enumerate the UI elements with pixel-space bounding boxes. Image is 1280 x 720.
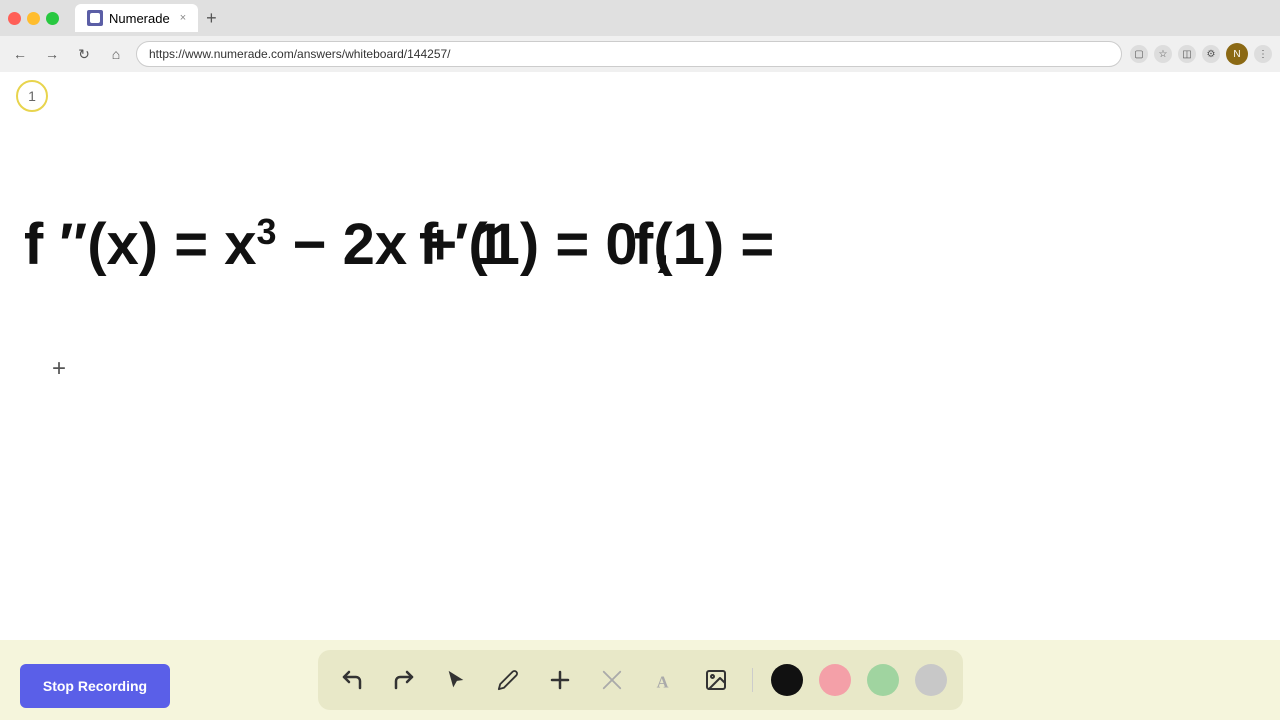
svg-text:f ′(1) = 0 ,: f ′(1) = 0 ,	[419, 212, 670, 277]
forward-button[interactable]: →	[40, 42, 64, 66]
pencil-tool-button[interactable]	[490, 662, 526, 698]
bookmark-icon[interactable]: ☆	[1154, 45, 1172, 63]
close-button[interactable]	[8, 12, 21, 25]
whiteboard-canvas[interactable]: 1 f ″(x) = x3 − 2x + 1 f ′(1) = 0 , f(1)…	[0, 72, 1280, 640]
minimize-button[interactable]	[27, 12, 40, 25]
color-gray-button[interactable]	[915, 664, 947, 696]
color-black-button[interactable]	[771, 664, 803, 696]
step-indicator: 1	[16, 80, 48, 112]
active-tab[interactable]: Numerade ×	[75, 4, 198, 32]
back-button[interactable]: ←	[8, 42, 32, 66]
color-pink-button[interactable]	[819, 664, 851, 696]
settings-icon[interactable]: ⚙	[1202, 45, 1220, 63]
tab-title: Numerade	[109, 11, 170, 26]
browser-frame: Numerade × + ← → ↻ ⌂ https://www.numerad…	[0, 0, 1280, 720]
extensions-icon[interactable]: ◫	[1178, 45, 1196, 63]
traffic-lights	[8, 12, 59, 25]
image-tool-button[interactable]	[698, 662, 734, 698]
math-svg: f ″(x) = x3 − 2x + 1 f ′(1) = 0 , f(1) =…	[24, 192, 774, 282]
eraser-tool-button[interactable]	[594, 662, 630, 698]
tab-favicon	[87, 10, 103, 26]
browser-icons: ▢ ☆ ◫ ⚙ N ⋮	[1130, 43, 1272, 65]
home-button[interactable]: ⌂	[104, 42, 128, 66]
screen-icon[interactable]: ▢	[1130, 45, 1148, 63]
redo-button[interactable]	[386, 662, 422, 698]
toolbar-separator	[752, 668, 753, 692]
text-tool-button[interactable]: A	[646, 662, 682, 698]
toolbar-container: Stop Recording	[0, 640, 1280, 720]
select-tool-button[interactable]	[438, 662, 474, 698]
crosshair-cursor: +	[52, 355, 66, 383]
menu-icon[interactable]: ⋮	[1254, 45, 1272, 63]
tab-bar: Numerade × +	[75, 4, 1272, 32]
drawing-toolbar: A	[318, 650, 963, 710]
url-text: https://www.numerade.com/answers/whitebo…	[149, 47, 451, 61]
svg-text:A: A	[656, 672, 668, 691]
tab-close-button[interactable]: ×	[180, 12, 186, 24]
stop-recording-button[interactable]: Stop Recording	[20, 664, 170, 708]
color-green-button[interactable]	[867, 664, 899, 696]
maximize-button[interactable]	[46, 12, 59, 25]
svg-text:f(1) = 4: f(1) = 4	[634, 212, 774, 277]
profile-avatar[interactable]: N	[1226, 43, 1248, 65]
address-bar: ← → ↻ ⌂ https://www.numerade.com/answers…	[0, 36, 1280, 72]
new-tab-button[interactable]: +	[202, 8, 221, 29]
add-tool-button[interactable]	[542, 662, 578, 698]
title-bar: Numerade × +	[0, 0, 1280, 36]
undo-button[interactable]	[334, 662, 370, 698]
url-input[interactable]: https://www.numerade.com/answers/whitebo…	[136, 41, 1122, 67]
reload-button[interactable]: ↻	[72, 42, 96, 66]
math-expression: f ″(x) = x3 − 2x + 1 f ′(1) = 0 , f(1) =…	[24, 192, 774, 287]
